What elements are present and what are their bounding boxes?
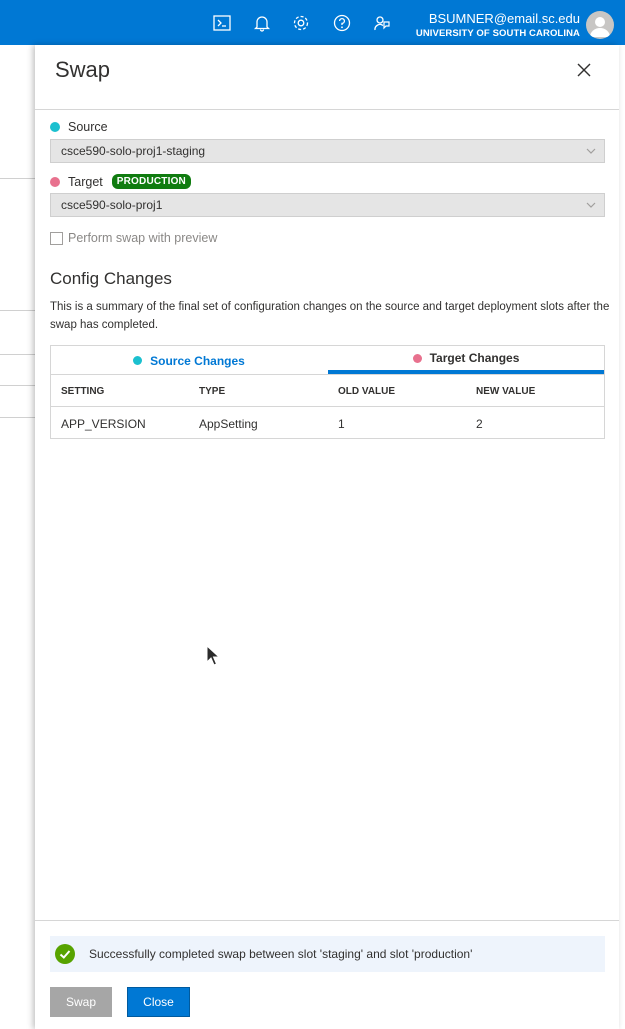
swap-button[interactable]: Swap	[50, 987, 112, 1017]
source-label: Source	[68, 120, 108, 134]
user-email: BSUMNER@email.sc.edu	[428, 11, 580, 26]
source-label-row: Source	[50, 120, 108, 134]
old-value-cell: 1	[338, 416, 345, 431]
target-dot-icon	[412, 353, 422, 363]
column-header: OLD VALUE	[338, 386, 396, 397]
success-check-icon	[55, 944, 75, 964]
success-notification: Successfully completed swap between slot…	[50, 936, 605, 972]
target-label: Target	[68, 174, 103, 189]
top-bar: BSUMNER@email.sc.edu UNIVERSITY OF SOUTH…	[0, 0, 625, 45]
setting-cell: APP_VERSION	[61, 416, 146, 431]
preview-checkbox[interactable]	[50, 231, 63, 245]
changes-tabs: Source Changes Target Changes	[51, 346, 604, 375]
config-changes-table: Source Changes Target Changes SETTING TY…	[50, 345, 605, 439]
target-slot-dropdown[interactable]: csce590-solo-proj1	[50, 193, 605, 217]
avatar-icon	[590, 17, 610, 37]
divider	[0, 417, 36, 418]
config-changes-title: Config Changes	[50, 269, 172, 288]
preview-checkbox-row[interactable]: Perform swap with preview	[50, 231, 217, 245]
new-value-cell: 2	[476, 416, 483, 431]
column-header: TYPE	[199, 386, 226, 397]
cloud-shell-icon[interactable]	[212, 13, 232, 33]
tab-label: Source Changes	[150, 353, 245, 368]
user-organization: UNIVERSITY OF SOUTH CAROLINA	[415, 28, 580, 39]
chevron-down-icon	[586, 202, 596, 208]
divider	[0, 354, 36, 355]
background-right-edge	[619, 45, 625, 1029]
chevron-down-icon	[586, 148, 596, 154]
source-dot-icon	[50, 122, 60, 132]
production-badge: PRODUCTION	[111, 174, 191, 189]
target-label-row: Target PRODUCTION	[50, 174, 191, 189]
divider	[35, 920, 619, 921]
divider	[0, 310, 36, 311]
column-header: SETTING	[61, 386, 105, 397]
tab-target-changes[interactable]: Target Changes	[328, 346, 604, 374]
notifications-icon[interactable]	[252, 13, 272, 33]
target-slot-value: csce590-solo-proj1	[61, 198, 163, 212]
preview-checkbox-label: Perform swap with preview	[68, 231, 218, 245]
column-header: NEW VALUE	[476, 386, 536, 397]
source-dot-icon	[133, 356, 143, 365]
avatar[interactable]	[586, 11, 614, 39]
success-message: Successfully completed swap between slot…	[89, 947, 473, 961]
divider	[35, 109, 619, 110]
source-slot-dropdown[interactable]: csce590-solo-proj1-staging	[50, 139, 605, 163]
source-slot-value: csce590-solo-proj1-staging	[61, 144, 206, 158]
swap-panel: Swap Source csce590-solo-proj1-staging T…	[35, 45, 619, 1029]
config-changes-description: This is a summary of the final set of co…	[50, 301, 610, 331]
divider	[0, 178, 36, 179]
mouse-cursor-icon	[206, 645, 220, 666]
divider	[0, 385, 36, 386]
feedback-icon[interactable]	[372, 13, 392, 33]
settings-icon[interactable]	[291, 13, 311, 33]
tab-label: Target Changes	[429, 351, 520, 365]
type-cell: AppSetting	[199, 416, 258, 431]
panel-title: Swap	[55, 57, 111, 82]
table-header: SETTING TYPE OLD VALUE NEW VALUE	[51, 376, 604, 407]
close-button[interactable]: Close	[127, 987, 190, 1017]
tab-source-changes[interactable]: Source Changes	[51, 346, 327, 375]
close-icon[interactable]	[575, 61, 593, 79]
help-icon[interactable]	[332, 13, 352, 33]
account-info[interactable]: BSUMNER@email.sc.edu UNIVERSITY OF SOUTH…	[416, 11, 580, 41]
target-dot-icon	[50, 176, 60, 187]
table-row: APP_VERSION AppSetting 1 2	[51, 408, 604, 439]
